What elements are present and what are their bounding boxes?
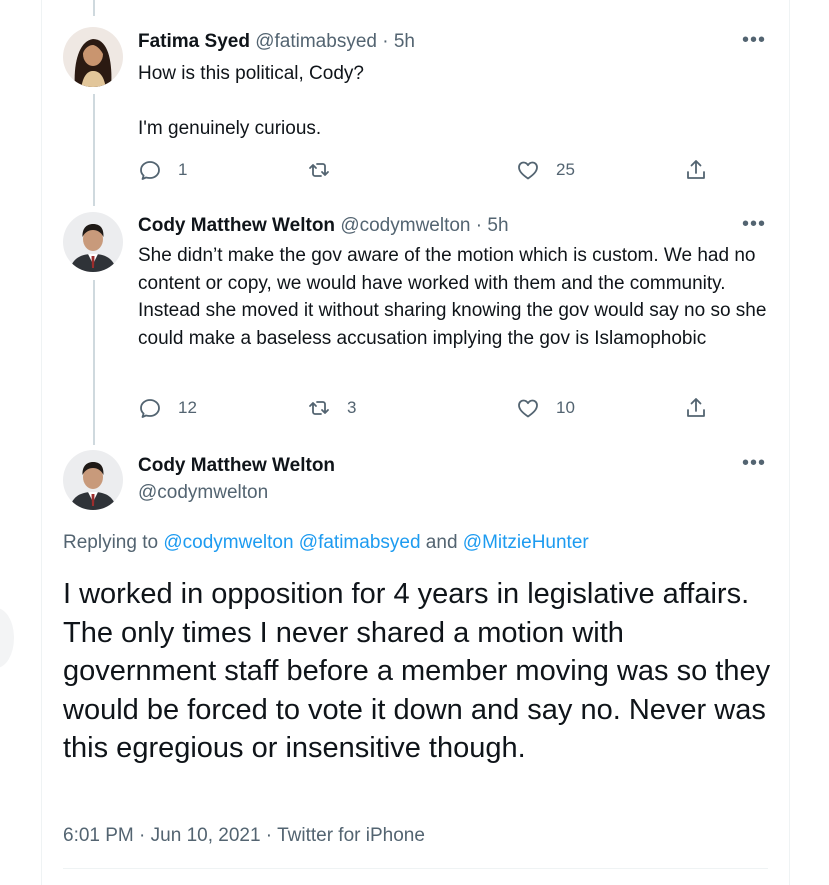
reply-icon (140, 399, 160, 418)
tweet-time[interactable]: 5h (394, 31, 415, 52)
thread-line-2 (93, 280, 95, 445)
separator-dot: · (376, 31, 394, 52)
mention-link[interactable]: @MitzieHunter (463, 532, 589, 553)
author-handle[interactable]: @fatimabsyed (255, 31, 377, 52)
tweet-date[interactable]: Jun 10, 2021 (151, 825, 261, 846)
share-button[interactable] (684, 394, 708, 422)
mention-link[interactable]: @fatimabsyed (299, 532, 421, 553)
separator-dot: · (133, 825, 151, 846)
share-icon (687, 398, 705, 417)
tweet-header: Cody Matthew Welton @codymwelton · 5h (138, 214, 509, 238)
replying-to-label: Replying to (63, 532, 164, 553)
tweet-time[interactable]: 5h (487, 215, 508, 236)
like-count: 10 (556, 398, 575, 417)
author-name[interactable]: Cody Matthew Welton (138, 455, 335, 476)
reply-button[interactable]: 1 (138, 156, 187, 184)
tweet-source[interactable]: Twitter for iPhone (277, 825, 425, 846)
retweet-icon (309, 163, 329, 177)
like-button[interactable]: 25 (516, 156, 575, 184)
more-options-icon[interactable]: ••• (741, 30, 767, 54)
reply-button[interactable]: 12 (138, 394, 197, 422)
thread-line-1 (93, 94, 95, 206)
main-tweet-text: I worked in opposition for 4 years in le… (63, 578, 771, 764)
separator-dot: · (260, 825, 278, 846)
retweet-button[interactable] (307, 156, 347, 184)
author-handle[interactable]: @codymwelton (340, 215, 470, 236)
share-button[interactable] (684, 156, 708, 184)
reply-count: 1 (178, 160, 188, 179)
divider (63, 868, 768, 869)
tweet-text: How is this political, Cody? I'm genuine… (138, 63, 364, 139)
tweet-header: Fatima Syed @fatimabsyed · 5h (138, 30, 415, 54)
tweet-metadata: 6:01 PM · Jun 10, 2021 · Twitter for iPh… (63, 825, 425, 847)
tweet-text: She didn’t make the gov aware of the mot… (138, 245, 767, 349)
heart-icon (518, 399, 538, 418)
separator-dot: · (470, 215, 488, 236)
retweet-button[interactable]: 3 (307, 394, 356, 422)
mention-link[interactable]: @codymwelton (163, 532, 293, 553)
reply-icon (140, 161, 160, 180)
retweet-icon (309, 401, 329, 415)
main-author-name-block: Cody Matthew Welton (138, 454, 335, 478)
tweet-thread-column: Fatima Syed @fatimabsyed · 5h ••• How is… (41, 0, 790, 885)
share-icon (687, 160, 705, 179)
avatar[interactable] (63, 212, 123, 272)
main-author-handle-block: @codymwelton (138, 481, 268, 505)
tweet-timestamp[interactable]: 6:01 PM (63, 825, 134, 846)
left-gutter (0, 0, 40, 885)
thread-line-top (93, 0, 95, 16)
author-name[interactable]: Fatima Syed (138, 31, 250, 52)
page: Fatima Syed @fatimabsyed · 5h ••• How is… (0, 0, 829, 885)
retweet-count: 3 (347, 398, 357, 417)
like-button[interactable]: 10 (516, 394, 575, 422)
more-options-icon[interactable]: ••• (741, 453, 767, 477)
heart-icon (518, 161, 538, 180)
tweet-actions: 1 25 (138, 156, 705, 184)
like-count: 25 (556, 160, 575, 179)
tweet-actions: 12 3 10 (138, 394, 705, 422)
more-options-icon[interactable]: ••• (741, 214, 767, 238)
replying-to: Replying to @codymwelton @fatimabsyed an… (63, 532, 589, 554)
author-name[interactable]: Cody Matthew Welton (138, 215, 335, 236)
avatar[interactable] (63, 450, 123, 510)
reply-count: 12 (178, 398, 197, 417)
avatar[interactable] (63, 27, 123, 87)
author-handle[interactable]: @codymwelton (138, 482, 268, 503)
replying-and: and (420, 532, 463, 553)
